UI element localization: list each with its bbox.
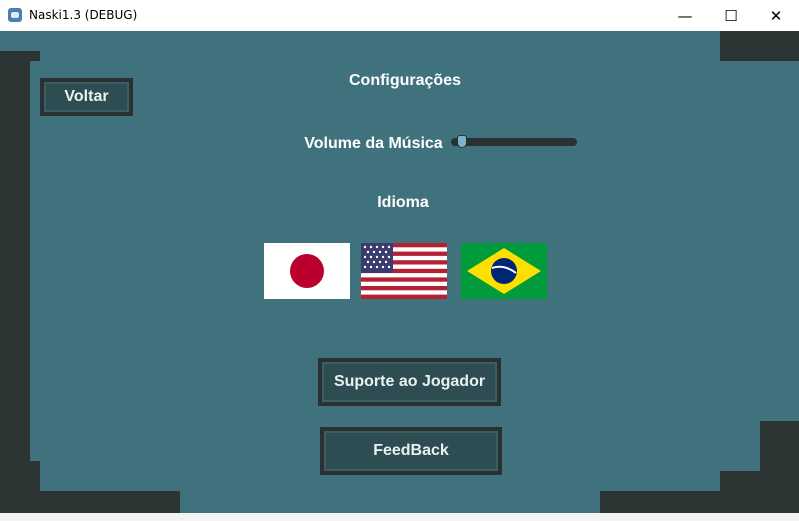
player-support-button[interactable]: Suporte ao Jogador bbox=[318, 358, 501, 406]
window-title: Naski1.3 (DEBUG) bbox=[29, 8, 138, 22]
music-volume-label: Volume da Música bbox=[304, 135, 443, 152]
teal-panel-bottomleft bbox=[70, 461, 180, 481]
app-icon bbox=[8, 8, 22, 22]
minimize-button[interactable]: — bbox=[662, 0, 708, 31]
window-bottom-edge bbox=[0, 513, 799, 521]
teal-panel-bottom bbox=[180, 471, 600, 513]
teal-panel-right bbox=[700, 61, 799, 421]
music-volume-slider[interactable] bbox=[451, 138, 577, 146]
settings-title: Configurações bbox=[348, 72, 461, 89]
teal-panel-left bbox=[30, 61, 70, 461]
window-titlebar[interactable]: Naski1.3 (DEBUG) — ☐ ✕ bbox=[0, 0, 799, 31]
maximize-button[interactable]: ☐ bbox=[708, 0, 754, 31]
music-volume-grabber[interactable] bbox=[456, 135, 467, 148]
teal-panel-topleft bbox=[0, 31, 200, 51]
japanese-flag[interactable] bbox=[264, 243, 350, 299]
feedback-button[interactable]: FeedBack bbox=[320, 427, 502, 475]
close-button[interactable]: ✕ bbox=[753, 0, 799, 31]
us-flag[interactable] bbox=[361, 243, 447, 299]
language-label: Idioma bbox=[377, 194, 429, 211]
teal-panel-top bbox=[200, 31, 720, 61]
teal-panel-rightbottom bbox=[700, 421, 760, 471]
brazil-flag[interactable] bbox=[461, 243, 547, 299]
back-button[interactable]: Voltar bbox=[40, 78, 133, 116]
